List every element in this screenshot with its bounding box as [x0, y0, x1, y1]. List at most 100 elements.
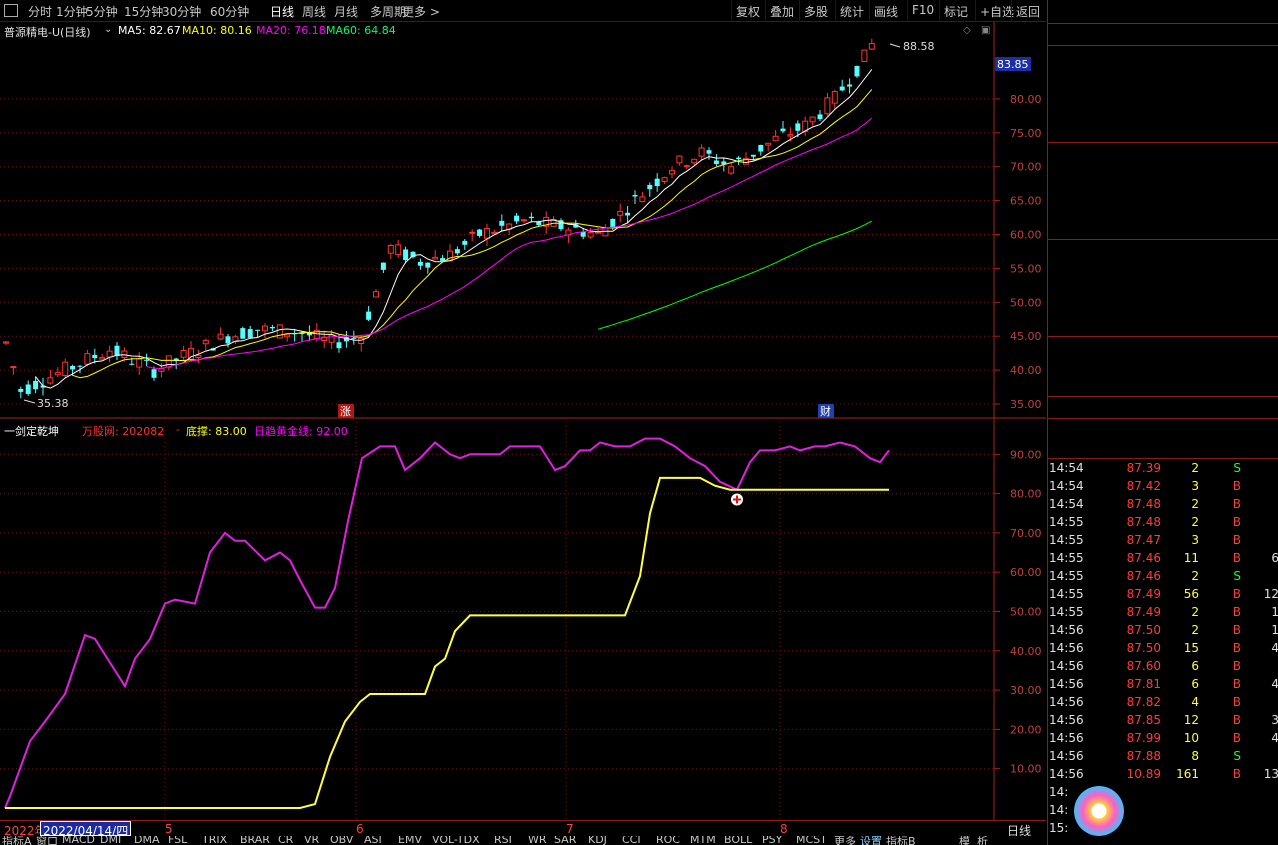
diamond-icon[interactable]: ◇ [963, 25, 971, 36]
indicator-name[interactable]: 一剑定乾坤 [4, 423, 59, 439]
menu-icon[interactable] [4, 4, 18, 17]
price-axis-label: 35.00 [1010, 398, 1042, 411]
toolbar-button[interactable]: F10 [912, 3, 934, 17]
toolbar-button[interactable]: 复权 [736, 3, 760, 20]
tick-cell: 87.81 [1126, 677, 1161, 691]
period-tab[interactable]: 5分钟 [86, 3, 118, 20]
tick-cell: B [1232, 659, 1241, 673]
watermark-logo [1072, 782, 1278, 842]
tick-row: 14:55 87.47 3 B [1048, 532, 1278, 550]
toolbar-button[interactable]: 统计 [840, 3, 864, 20]
separator [939, 0, 940, 22]
promo-row[interactable] [1048, 399, 1278, 418]
tick-cell: 1 [1271, 623, 1278, 637]
indicator-tab[interactable]: OBV [330, 836, 353, 845]
period-tab[interactable]: 月线 [334, 3, 358, 20]
price-axis-label: 75.00 [1010, 127, 1042, 140]
indicator-tab[interactable]: SAR [554, 836, 576, 845]
period-tab[interactable]: 分时 [28, 3, 52, 20]
tick-cell: 2 [1191, 569, 1199, 583]
finance-row [1048, 358, 1278, 377]
indicator-tab[interactable]: MACD [62, 836, 95, 845]
indicator-tab[interactable]: MCST [796, 836, 827, 845]
indicator-tab[interactable]: PSY [762, 836, 782, 845]
price-axis-label: 45.00 [1010, 330, 1042, 343]
indicator-tab[interactable]: 析 [977, 836, 988, 845]
tick-row: 14:54 87.39 2 S [1048, 460, 1278, 478]
tick-row: 14:56 87.81 6 B 4 [1048, 676, 1278, 694]
tick-cell: B [1232, 587, 1241, 601]
toolbar-button[interactable]: +自选 [980, 3, 1014, 20]
tick-cell: 87.85 [1126, 713, 1161, 727]
toolbar-button[interactable]: 多股 [804, 3, 828, 20]
indicator-tab[interactable]: FSL [168, 836, 187, 845]
tick-cell: 14:55 [1049, 605, 1084, 619]
ma20-label: MA20: 76.18 [256, 24, 326, 37]
high-price-label: 88.58 [903, 40, 935, 53]
indicator-axis-label: 20.00 [1010, 723, 1042, 736]
window-icon[interactable]: ▣ [981, 25, 990, 36]
note-row [1048, 420, 1278, 439]
event-marker: 财 [820, 404, 831, 418]
tick-row: 14:56 87.99 10 B 4 [1048, 730, 1278, 748]
indicator-tab[interactable]: BRAR [240, 836, 270, 845]
price-axis-label: 60.00 [1010, 229, 1042, 242]
tick-cell: 4 [1191, 695, 1199, 709]
toolbar-button[interactable]: 叠加 [770, 3, 794, 20]
period-tab[interactable]: 更多 > [402, 3, 440, 20]
tick-cell: 14:56 [1049, 713, 1084, 727]
indicator-tab[interactable]: BOLL [724, 836, 752, 845]
indicator-tab[interactable]: DMA [134, 836, 160, 845]
chevron-down-icon[interactable]: ⌄ [104, 24, 112, 35]
tick-row: 14:56 87.50 2 B 1 [1048, 622, 1278, 640]
indicator-tab[interactable]: KDJ [588, 836, 607, 845]
tick-cell: 87.88 [1126, 749, 1161, 763]
indicator-tab[interactable]: WR [528, 836, 547, 845]
selected-date: 2022/04/14/四 [40, 821, 132, 838]
divider [1048, 336, 1278, 337]
separator [1011, 0, 1012, 22]
indicator-tab[interactable]: ROC [656, 836, 680, 845]
tick-row: 14:56 87.60 6 B [1048, 658, 1278, 676]
indicator-tab[interactable]: VOL-TDX [432, 836, 480, 845]
indicator-tab[interactable]: 指标B [886, 836, 916, 845]
period-tab[interactable]: 多周期 [370, 3, 406, 20]
toolbar-button[interactable]: 返回 [1016, 3, 1040, 20]
indicator-tab[interactable]: 指标A [2, 836, 32, 845]
tick-cell: S [1233, 749, 1241, 763]
indicator-tabs: 指标A 窗口 MACD DMI DMA FSL TRIX BRAR CR VR OBV ASI EMV V… [0, 836, 1046, 845]
indicator-tab[interactable]: RSI [494, 836, 512, 845]
current-price-label: 83.85 [997, 58, 1029, 71]
period-tab[interactable]: 1分钟 [56, 3, 88, 20]
indicator-tab[interactable]: 模 [959, 836, 970, 845]
ask-row [1048, 105, 1278, 124]
indicator-tab[interactable]: MTM [690, 836, 716, 845]
indicator-tab[interactable]: 窗口 [36, 836, 58, 845]
indicator-tab[interactable]: CCI [622, 836, 641, 845]
toolbar-button[interactable]: 画线 [874, 3, 898, 20]
period-tab[interactable]: 日线 [270, 3, 294, 20]
period-tab[interactable]: 30分钟 [162, 3, 201, 20]
indicator-tab[interactable]: CR [278, 836, 293, 845]
separator [869, 0, 870, 22]
indicator-tab[interactable]: ASI [364, 836, 382, 845]
period-tab[interactable]: 15分钟 [124, 3, 163, 20]
indicator-tab[interactable]: VR [304, 836, 319, 845]
tick-cell: 6 [1191, 677, 1199, 691]
toolbar-button[interactable]: 标记 [944, 3, 968, 20]
tick-row: 14:55 87.46 11 B 6 [1048, 550, 1278, 568]
tick-cell: 2 [1191, 623, 1199, 637]
candle [276, 324, 283, 339]
period-tab[interactable]: 周线 [302, 3, 326, 20]
ma60-label: MA60: 64.84 [326, 24, 396, 37]
tick-cell: B [1232, 767, 1241, 781]
tick-cell: B [1232, 497, 1241, 511]
period-tab[interactable]: 60分钟 [210, 3, 249, 20]
tick-cell: S [1233, 461, 1241, 475]
indicator-tab[interactable]: 设置 [860, 836, 882, 845]
indicator-tab[interactable]: TRIX [202, 836, 227, 845]
indicator-tab[interactable]: 更多 [834, 836, 856, 845]
indicator-tab[interactable]: DMI [100, 836, 121, 845]
indicator-tab[interactable]: EMV [398, 836, 422, 845]
date-axis: 2022年 2022/04/14/四 5 6 7 8 日线 [0, 820, 1046, 838]
